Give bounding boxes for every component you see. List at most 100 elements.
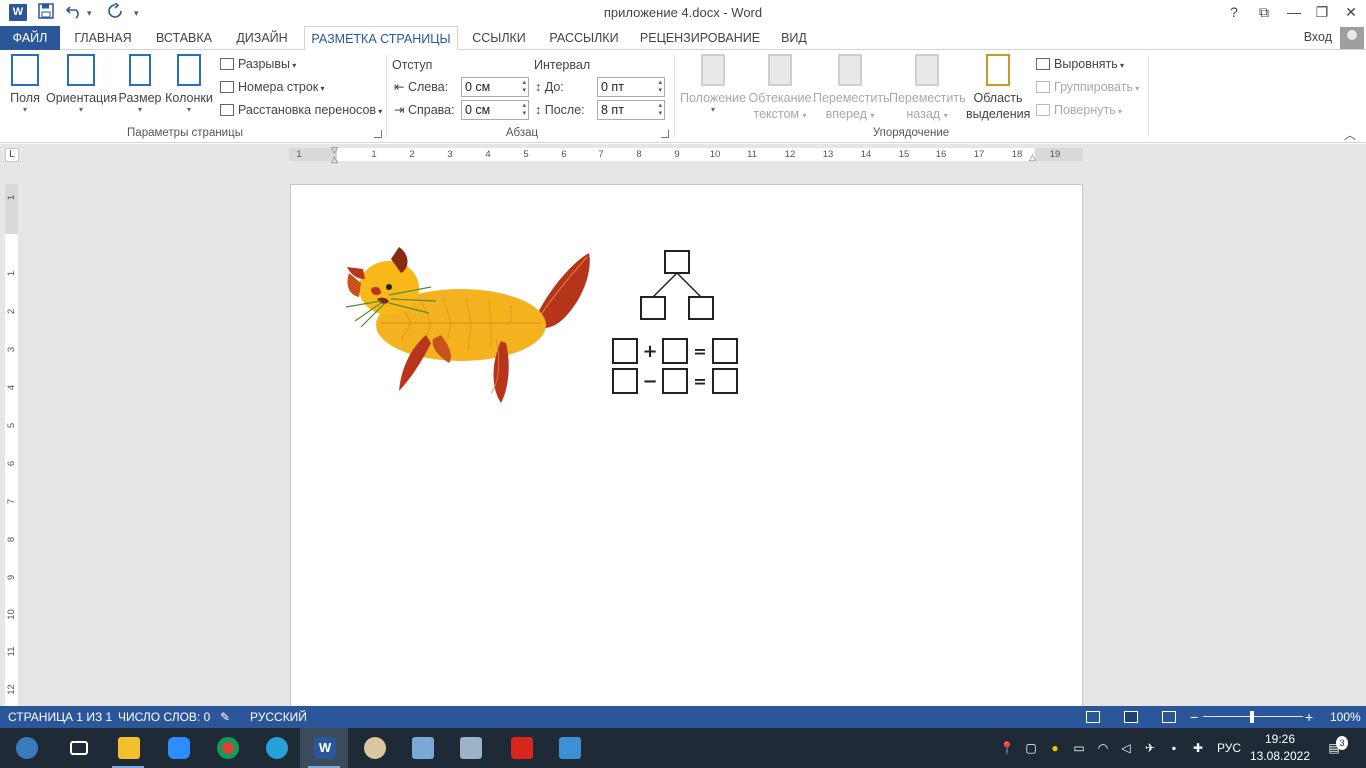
paint-icon[interactable] bbox=[350, 728, 398, 768]
tab-page-layout[interactable]: РАЗМЕТКА СТРАНИЦЫ bbox=[304, 26, 458, 51]
tab-file[interactable]: ФАЙЛ bbox=[0, 26, 60, 50]
tab-view[interactable]: ВИД bbox=[774, 26, 814, 50]
columns-button[interactable]: Колонки ▾ bbox=[164, 54, 214, 114]
spacing-before-label: ↕ До: bbox=[535, 80, 564, 94]
ruler-number: 8 bbox=[636, 149, 642, 160]
notification-count-badge: 3 bbox=[1336, 736, 1348, 750]
clock[interactable]: 19:26 13.08.2022 bbox=[1248, 731, 1312, 765]
word-app-icon[interactable]: W bbox=[9, 4, 27, 21]
close-button[interactable]: ✕ bbox=[1337, 2, 1365, 22]
tab-selector[interactable]: L bbox=[5, 148, 19, 162]
undo-dropdown-icon[interactable]: ▾ bbox=[87, 3, 92, 23]
selection-pane-icon bbox=[986, 54, 1010, 86]
word-icon[interactable]: W bbox=[300, 728, 348, 768]
document-page[interactable]: + = − = bbox=[290, 184, 1083, 706]
group-button[interactable]: Группировать ▾ bbox=[1036, 77, 1139, 97]
wrap-text-button[interactable]: Обтекание текстом ▾ bbox=[748, 54, 812, 124]
avatar[interactable] bbox=[1340, 27, 1364, 49]
location-icon[interactable]: 📍 bbox=[998, 728, 1016, 768]
align-icon bbox=[1036, 58, 1050, 70]
horizontal-ruler[interactable]: 1 1 2 3 4 5 6 7 8 9 10 11 12 13 14 15 16 17 18 19 ▽ △ △ bbox=[289, 145, 1083, 164]
window-title: приложение 4.docx - Word bbox=[603, 5, 763, 20]
tab-references[interactable]: ССЫЛКИ bbox=[466, 26, 532, 50]
tab-mailings[interactable]: РАССЫЛКИ bbox=[544, 26, 624, 50]
align-button[interactable]: Выровнять ▾ bbox=[1036, 54, 1124, 74]
indent-right-input[interactable]: 0 см ▴ ▾ bbox=[461, 100, 529, 120]
breaks-button[interactable]: Разрывы ▾ bbox=[220, 54, 296, 74]
archive-icon[interactable] bbox=[446, 728, 494, 768]
indent-header: Отступ bbox=[392, 58, 433, 72]
scanner-icon[interactable] bbox=[398, 728, 446, 768]
customize-qat-icon[interactable]: ▾ bbox=[134, 3, 139, 23]
photos-icon[interactable] bbox=[545, 728, 593, 768]
hyphenation-button[interactable]: Расстановка переносов ▾ bbox=[220, 100, 382, 120]
restore-button[interactable]: ❐ bbox=[1308, 2, 1336, 22]
vertical-ruler[interactable]: 1 1 2 3 4 5 6 7 8 9 10 11 12 bbox=[5, 184, 18, 706]
collapse-ribbon-icon[interactable]: ︿ bbox=[1344, 126, 1356, 143]
web-layout-icon[interactable] bbox=[1162, 711, 1176, 723]
send-backward-button[interactable]: Переместить назад ▾ bbox=[889, 54, 966, 124]
chrome-icon[interactable] bbox=[203, 728, 251, 768]
print-layout-icon[interactable] bbox=[1124, 711, 1138, 723]
zoom-in-button[interactable]: + bbox=[1305, 706, 1313, 728]
help-button[interactable]: ? bbox=[1220, 2, 1248, 22]
pdf-icon[interactable] bbox=[497, 728, 545, 768]
word-count[interactable]: ЧИСЛО СЛОВ: 0 bbox=[118, 706, 210, 728]
indent-right-label: ⇥ Справа: bbox=[394, 103, 455, 117]
norton-icon[interactable]: ● bbox=[1046, 728, 1064, 768]
spacing-after-icon: ↕ bbox=[535, 103, 542, 117]
input-language[interactable]: РУС bbox=[1214, 728, 1244, 768]
battery-icon[interactable]: ▭ bbox=[1070, 728, 1088, 768]
right-indent-marker[interactable]: △ bbox=[1029, 152, 1036, 163]
tab-review[interactable]: РЕЦЕНЗИРОВАНИЕ bbox=[636, 26, 764, 50]
rotate-icon bbox=[1036, 104, 1050, 116]
line-numbers-button[interactable]: Номера строк ▾ bbox=[220, 77, 325, 97]
tab-insert[interactable]: ВСТАВКА bbox=[150, 26, 218, 50]
equals-sign: = bbox=[693, 372, 706, 391]
page-count[interactable]: СТРАНИЦА 1 ИЗ 1 bbox=[8, 706, 112, 728]
volume-icon[interactable]: ◁ bbox=[1117, 728, 1135, 768]
display-icon[interactable]: ▪ bbox=[1165, 728, 1183, 768]
ruler-number: 1 bbox=[296, 149, 302, 160]
meet-now-icon[interactable]: ▢ bbox=[1022, 728, 1040, 768]
math-diagram[interactable]: + = − = bbox=[607, 241, 747, 403]
start-icon[interactable] bbox=[2, 728, 50, 768]
zoom-icon[interactable] bbox=[154, 728, 202, 768]
security-icon[interactable]: ✚ bbox=[1189, 728, 1207, 768]
tab-home[interactable]: ГЛАВНАЯ bbox=[66, 26, 140, 50]
tab-design[interactable]: ДИЗАЙН bbox=[228, 26, 296, 50]
orientation-button[interactable]: Ориентация ▾ bbox=[46, 54, 117, 114]
leaf-cat-image[interactable] bbox=[341, 243, 593, 408]
read-mode-icon[interactable] bbox=[1086, 711, 1100, 723]
airplane-mode-icon[interactable]: ✈ bbox=[1141, 728, 1159, 768]
file-explorer-icon[interactable] bbox=[104, 728, 152, 768]
spacing-before-input[interactable]: 0 пт ▴ ▾ bbox=[597, 77, 665, 97]
indent-left-input[interactable]: 0 см ▴ ▾ bbox=[461, 77, 529, 97]
page-setup-launcher-icon[interactable] bbox=[374, 130, 382, 138]
language-indicator[interactable]: РУССКИЙ bbox=[250, 706, 307, 728]
minimize-button[interactable]: — bbox=[1280, 2, 1308, 22]
spacing-after-input[interactable]: 8 пт ▴ ▾ bbox=[597, 100, 665, 120]
save-icon[interactable] bbox=[38, 3, 54, 23]
redo-icon[interactable] bbox=[107, 2, 123, 23]
network-app-icon[interactable] bbox=[252, 728, 300, 768]
undo-icon[interactable] bbox=[65, 3, 84, 23]
zoom-level[interactable]: 100% bbox=[1330, 706, 1361, 728]
zoom-slider-thumb[interactable] bbox=[1250, 711, 1254, 723]
size-button[interactable]: Размер ▾ bbox=[118, 54, 162, 114]
sign-in-link[interactable]: Вход bbox=[1304, 30, 1332, 44]
ruler-number: 5 bbox=[523, 149, 529, 160]
margins-button[interactable]: Поля ▾ bbox=[6, 54, 44, 114]
paragraph-launcher-icon[interactable] bbox=[661, 130, 669, 138]
zoom-out-button[interactable]: − bbox=[1190, 706, 1198, 728]
ribbon-display-options-button[interactable]: ⧉ bbox=[1250, 2, 1278, 22]
task-view-icon[interactable] bbox=[54, 728, 102, 768]
wifi-icon[interactable]: ◠ bbox=[1094, 728, 1112, 768]
bring-forward-button[interactable]: Переместить вперед ▾ bbox=[813, 54, 890, 124]
proofing-icon[interactable]: ✎ bbox=[220, 706, 230, 728]
left-indent-marker[interactable]: △ bbox=[331, 154, 338, 165]
group-icon bbox=[1036, 81, 1050, 93]
position-button[interactable]: Положение ▾ bbox=[678, 54, 748, 114]
selection-pane-button[interactable]: Область выделения bbox=[966, 54, 1030, 122]
rotate-button[interactable]: Повернуть ▾ bbox=[1036, 100, 1122, 120]
